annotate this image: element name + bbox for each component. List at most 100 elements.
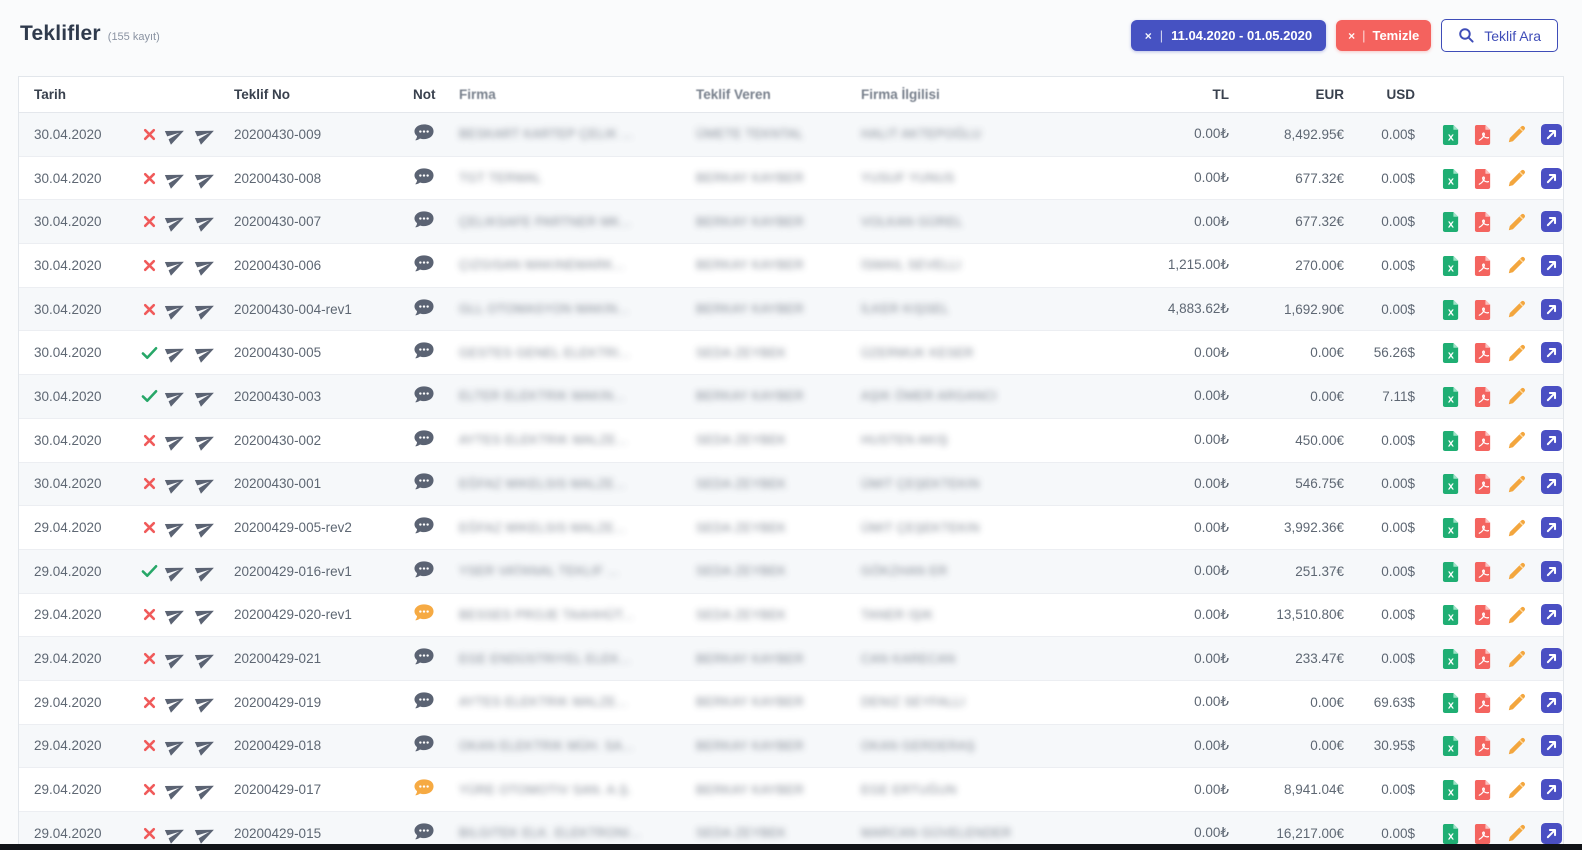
clear-icon[interactable]: × [1348,29,1355,43]
open-detail-icon[interactable] [1541,430,1562,451]
edit-pencil-icon[interactable] [1506,385,1528,407]
clear-filters-button[interactable]: × | Temizle [1336,20,1431,51]
excel-export-icon[interactable]: x [1442,342,1461,363]
send-plane-icon[interactable] [163,777,188,802]
send-plane-icon[interactable] [163,122,188,147]
excel-export-icon[interactable]: x [1442,561,1461,582]
send-plane-icon[interactable] [193,209,218,234]
note-comment-icon[interactable] [413,647,435,667]
note-comment-icon[interactable] [413,429,435,449]
send-plane-icon[interactable] [193,777,218,802]
send-plane-icon[interactable] [163,340,188,365]
note-comment-icon[interactable] [413,516,435,536]
send-plane-icon[interactable] [163,690,188,715]
send-plane-icon[interactable] [163,209,188,234]
edit-pencil-icon[interactable] [1506,735,1528,757]
edit-pencil-icon[interactable] [1506,517,1528,539]
pdf-export-icon[interactable] [1474,823,1493,844]
send-plane-icon[interactable] [193,602,218,627]
open-detail-icon[interactable] [1541,517,1562,538]
excel-export-icon[interactable]: x [1442,735,1461,756]
send-plane-icon[interactable] [163,821,188,846]
note-comment-icon[interactable] [413,341,435,361]
note-comment-icon[interactable] [413,254,435,274]
pdf-export-icon[interactable] [1474,648,1493,669]
open-detail-icon[interactable] [1541,648,1562,669]
pdf-export-icon[interactable] [1474,255,1493,276]
send-plane-icon[interactable] [193,428,218,453]
edit-pencil-icon[interactable] [1506,254,1528,276]
send-plane-icon[interactable] [163,384,188,409]
send-plane-icon[interactable] [193,340,218,365]
open-detail-icon[interactable] [1541,692,1562,713]
send-plane-icon[interactable] [193,471,218,496]
excel-export-icon[interactable]: x [1442,648,1461,669]
note-comment-icon[interactable] [413,822,435,842]
send-plane-icon[interactable] [163,733,188,758]
send-plane-icon[interactable] [193,559,218,584]
send-plane-icon[interactable] [193,646,218,671]
pdf-export-icon[interactable] [1474,430,1493,451]
pdf-export-icon[interactable] [1474,692,1493,713]
open-detail-icon[interactable] [1541,168,1562,189]
send-plane-icon[interactable] [163,471,188,496]
send-plane-icon[interactable] [193,733,218,758]
edit-pencil-icon[interactable] [1506,473,1528,495]
pdf-export-icon[interactable] [1474,342,1493,363]
edit-pencil-icon[interactable] [1506,167,1528,189]
pdf-export-icon[interactable] [1474,561,1493,582]
note-comment-icon[interactable] [413,603,435,623]
open-detail-icon[interactable] [1541,386,1562,407]
edit-pencil-icon[interactable] [1506,342,1528,364]
send-plane-icon[interactable] [193,384,218,409]
note-comment-icon[interactable] [413,778,435,798]
pdf-export-icon[interactable] [1474,299,1493,320]
send-plane-icon[interactable] [163,602,188,627]
edit-pencil-icon[interactable] [1506,648,1528,670]
excel-export-icon[interactable]: x [1442,430,1461,451]
send-plane-icon[interactable] [193,297,218,322]
open-detail-icon[interactable] [1541,823,1562,844]
excel-export-icon[interactable]: x [1442,124,1461,145]
send-plane-icon[interactable] [193,690,218,715]
open-detail-icon[interactable] [1541,255,1562,276]
teklif-ara-button[interactable]: Teklif Ara [1441,19,1558,52]
open-detail-icon[interactable] [1541,779,1562,800]
pdf-export-icon[interactable] [1474,517,1493,538]
pdf-export-icon[interactable] [1474,604,1493,625]
send-plane-icon[interactable] [193,166,218,191]
pdf-export-icon[interactable] [1474,168,1493,189]
note-comment-icon[interactable] [413,167,435,187]
remove-filter-icon[interactable]: × [1145,29,1152,43]
excel-export-icon[interactable]: x [1442,692,1461,713]
excel-export-icon[interactable]: x [1442,168,1461,189]
edit-pencil-icon[interactable] [1506,691,1528,713]
send-plane-icon[interactable] [163,646,188,671]
open-detail-icon[interactable] [1541,473,1562,494]
edit-pencil-icon[interactable] [1506,779,1528,801]
date-range-filter-chip[interactable]: × | 11.04.2020 - 01.05.2020 [1131,20,1326,51]
excel-export-icon[interactable]: x [1442,211,1461,232]
note-comment-icon[interactable] [413,560,435,580]
edit-pencil-icon[interactable] [1506,560,1528,582]
pdf-export-icon[interactable] [1474,386,1493,407]
note-comment-icon[interactable] [413,385,435,405]
edit-pencil-icon[interactable] [1506,123,1528,145]
send-plane-icon[interactable] [193,821,218,846]
excel-export-icon[interactable]: x [1442,299,1461,320]
note-comment-icon[interactable] [413,123,435,143]
pdf-export-icon[interactable] [1474,779,1493,800]
edit-pencil-icon[interactable] [1506,429,1528,451]
pdf-export-icon[interactable] [1474,473,1493,494]
excel-export-icon[interactable]: x [1442,517,1461,538]
note-comment-icon[interactable] [413,691,435,711]
pdf-export-icon[interactable] [1474,211,1493,232]
pdf-export-icon[interactable] [1474,124,1493,145]
excel-export-icon[interactable]: x [1442,779,1461,800]
excel-export-icon[interactable]: x [1442,823,1461,844]
edit-pencil-icon[interactable] [1506,298,1528,320]
note-comment-icon[interactable] [413,298,435,318]
open-detail-icon[interactable] [1541,735,1562,756]
open-detail-icon[interactable] [1541,604,1562,625]
send-plane-icon[interactable] [193,122,218,147]
